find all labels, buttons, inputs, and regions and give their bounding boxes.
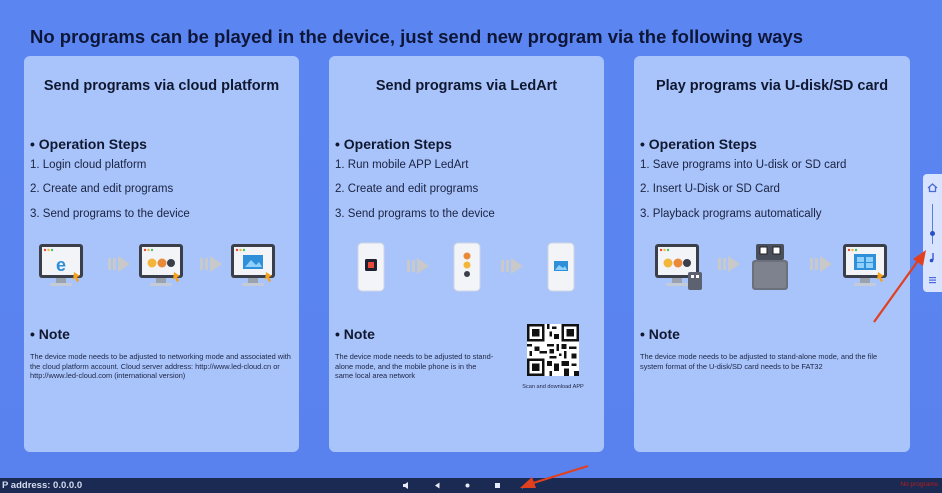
steps-heading: • Operation Steps	[335, 136, 452, 152]
step-item: 2. Insert U-Disk or SD Card	[640, 183, 780, 195]
home-icon[interactable]	[925, 180, 940, 195]
step-item: 3. Playback programs automatically	[640, 208, 822, 220]
panel-title: Play programs via U-disk/SD card	[655, 78, 889, 94]
step-item: 3. Send programs to the device	[335, 208, 495, 220]
note-heading: • Note	[335, 326, 375, 342]
status-text: No programs	[900, 481, 938, 488]
udisk-flow-diagram	[634, 242, 910, 302]
phone-send-icon	[547, 242, 575, 292]
step-item: 1. Save programs into U-disk or SD card	[640, 159, 847, 171]
cloud-flow-diagram: e	[24, 242, 299, 302]
ledart-flow-diagram	[329, 242, 604, 302]
back-icon[interactable]	[432, 480, 443, 491]
page-headline: No programs can be played in the device,…	[30, 26, 804, 47]
note-text: The device mode needs to be adjusted to …	[640, 352, 878, 371]
step-item: 2. Create and edit programs	[30, 183, 174, 195]
panel-title: Send programs via LedArt	[375, 78, 558, 94]
usb-disk-icon	[752, 244, 788, 290]
arrow-right-icon	[718, 256, 740, 272]
home-dot-icon[interactable]	[462, 480, 473, 491]
system-bottom-bar: P address: 0.0.0.0 No programs	[0, 478, 942, 493]
arrow-right-icon	[108, 256, 130, 272]
panel-udisk-sd: Play programs via U-disk/SD card • Opera…	[634, 56, 910, 452]
monitor-editor-icon	[139, 244, 183, 286]
monitor-usb-icon	[655, 244, 702, 290]
note-heading: • Note	[30, 326, 70, 342]
phone-editor-icon	[453, 242, 481, 292]
step-item: 3. Send programs to the device	[30, 208, 190, 220]
steps-heading: • Operation Steps	[30, 136, 147, 152]
arrow-right-icon	[810, 256, 832, 272]
step-item: 1. Run mobile APP LedArt	[335, 159, 469, 171]
panel-cloud-platform: Send programs via cloud platform • Opera…	[24, 56, 299, 452]
step-item: 1. Login cloud platform	[30, 159, 147, 171]
monitor-browser-icon: e	[39, 244, 83, 286]
note-text: The device mode needs to be adjusted to …	[335, 352, 494, 381]
phone-app-icon	[357, 242, 385, 292]
panel-ledart: Send programs via LedArt • Operation Ste…	[329, 56, 604, 452]
screenshot-icon[interactable]	[520, 480, 531, 491]
arrow-right-icon	[407, 258, 429, 274]
volume-icon[interactable]	[401, 480, 412, 491]
monitor-play-icon	[843, 244, 887, 286]
qr-caption: Scan and download APP	[522, 384, 584, 390]
note-heading: • Note	[640, 326, 680, 342]
slider-icon[interactable]	[925, 226, 940, 241]
qr-code-icon	[527, 324, 579, 376]
step-item: 2. Create and edit programs	[335, 183, 479, 195]
arrow-right-icon	[501, 258, 523, 274]
steps-heading: • Operation Steps	[640, 136, 757, 152]
side-toolbar	[923, 174, 942, 292]
main-screen: No programs can be played in the device,…	[0, 0, 942, 478]
ip-address-label: P address: 0.0.0.0	[2, 480, 83, 491]
music-note-icon[interactable]	[925, 250, 940, 265]
recent-apps-icon[interactable]	[492, 480, 503, 491]
note-text: The device mode needs to be adjusted to …	[30, 352, 291, 381]
panel-title: Send programs via cloud platform	[43, 78, 280, 94]
arrow-right-icon	[200, 256, 222, 272]
svg-text:e: e	[56, 255, 66, 275]
menu-icon[interactable]	[925, 272, 940, 287]
monitor-send-icon	[231, 244, 275, 286]
